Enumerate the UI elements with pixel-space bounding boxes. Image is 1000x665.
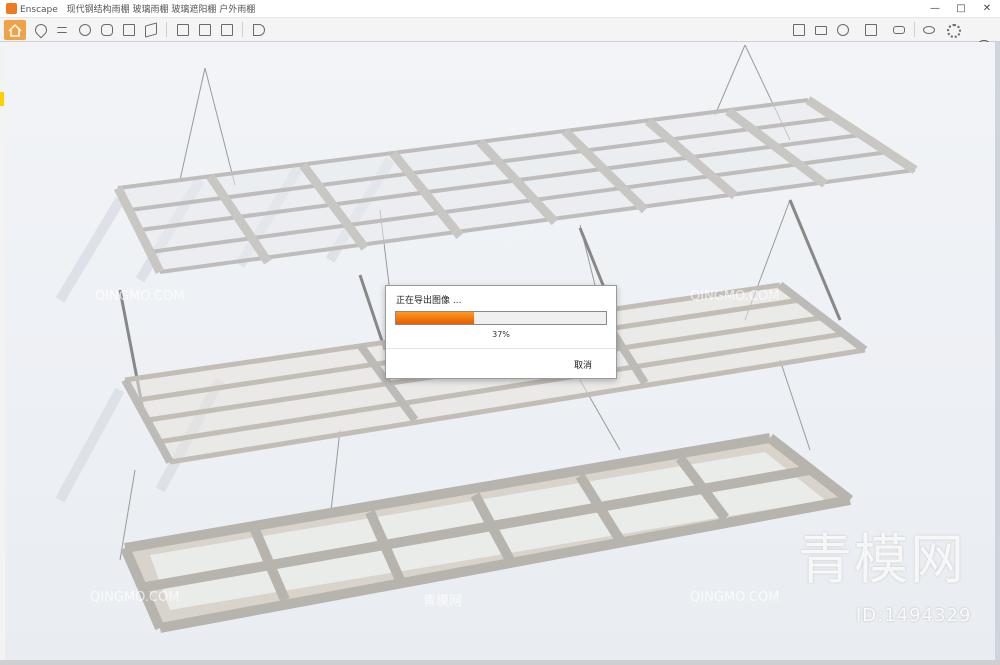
progress-bar [395, 311, 607, 325]
bottom-border [0, 660, 1000, 665]
progress-fill [396, 312, 474, 324]
export-icon[interactable] [218, 21, 234, 37]
maximize-button[interactable]: □ [948, 0, 974, 17]
dialog-title: 正在导出图像 ... [396, 296, 462, 306]
batch-render-icon[interactable] [196, 21, 212, 37]
vr-icon[interactable] [890, 21, 906, 37]
toolbar-separator [242, 22, 243, 37]
cancel-button[interactable]: 取消 [574, 358, 592, 371]
app-name: Enscape [20, 5, 58, 15]
title-bar: Enscape 现代钢结构雨棚 玻璃雨棚 玻璃遮阳棚 户外雨棚 — □ ✕ [0, 0, 1000, 18]
settings-icon[interactable] [944, 21, 961, 38]
list-icon[interactable] [54, 21, 70, 37]
pin-icon[interactable] [32, 21, 50, 39]
close-button[interactable]: ✕ [974, 0, 1000, 17]
right-panel-strip [995, 42, 1000, 660]
camera-path-icon[interactable] [76, 21, 92, 37]
toolbar: ⌃ ? [0, 18, 1000, 59]
progress-percent: 37% [492, 330, 510, 339]
minimize-button[interactable]: — [922, 0, 948, 17]
window-title: Enscape 现代钢结构雨棚 玻璃雨棚 玻璃遮阳棚 户外雨棚 [20, 2, 255, 15]
panorama-icon[interactable] [812, 21, 828, 37]
panel-marker [0, 92, 4, 106]
enscape-logo-icon [6, 3, 17, 14]
dialog-divider [386, 348, 616, 349]
document-title: 现代钢结构雨棚 玻璃雨棚 玻璃遮阳棚 户外雨棚 [66, 5, 256, 15]
screenshot-icon[interactable] [174, 21, 190, 37]
home-icon[interactable] [4, 20, 26, 40]
forward-icon[interactable] [250, 21, 266, 37]
asset-library-icon[interactable] [790, 21, 806, 37]
visual-settings-icon[interactable] [834, 21, 850, 37]
export-progress-dialog: 正在导出图像 ... 37% 取消 [385, 285, 617, 379]
binoculars-icon[interactable] [98, 21, 114, 37]
toolbar-separator [914, 22, 915, 37]
buildings-icon[interactable] [120, 21, 136, 37]
materials-icon[interactable] [862, 21, 878, 37]
eye-icon[interactable] [920, 21, 936, 37]
toolbar-separator [166, 22, 167, 37]
cube-icon[interactable] [142, 21, 158, 38]
